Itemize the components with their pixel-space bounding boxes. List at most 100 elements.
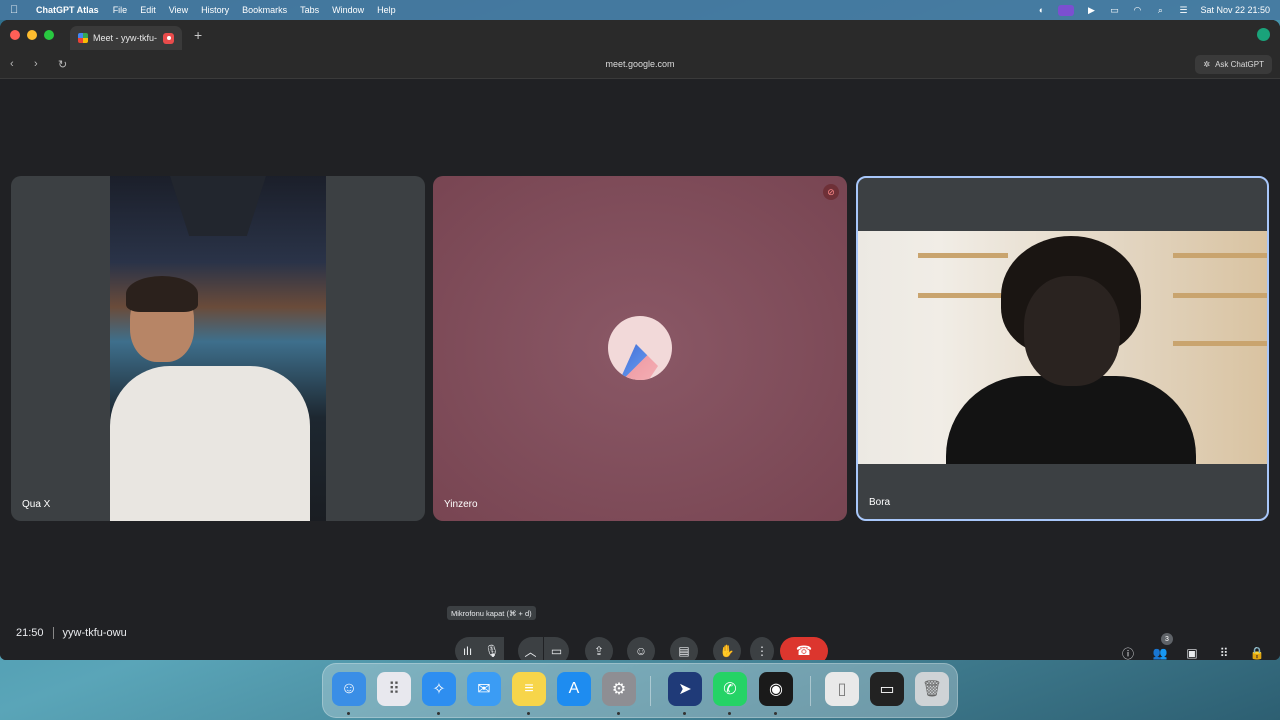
microphone-icon: 🎙 — [484, 644, 500, 658]
more-vertical-icon: ⋮ — [756, 644, 768, 658]
participant-hair — [126, 276, 198, 312]
chat-icon[interactable]: ▣ — [1184, 645, 1200, 660]
close-window-button[interactable] — [10, 30, 20, 40]
audio-levels-icon: ılı — [462, 644, 473, 658]
menu-bar-clock[interactable]: Sat Nov 22 21:50 — [1200, 5, 1270, 15]
chatgpt-icon: ✲ — [1203, 60, 1211, 69]
document-icon[interactable]: ▯ — [825, 672, 859, 706]
host-controls-icon[interactable]: 🔒 — [1249, 645, 1265, 660]
audio-options-button[interactable]: ılı — [455, 637, 480, 660]
menu-edit[interactable]: Edit — [140, 5, 156, 15]
obs-icon[interactable]: ◉ — [759, 672, 793, 706]
menu-tabs[interactable]: Tabs — [300, 5, 319, 15]
leave-call-button[interactable]: ☎ — [780, 637, 828, 660]
whatsapp-icon[interactable]: ✆ — [713, 672, 747, 706]
recording-tab-icon — [163, 32, 174, 44]
mic-tooltip: Mikrofonu kapat (⌘ + d) — [447, 606, 536, 620]
participant-face — [1024, 276, 1120, 386]
info-icon[interactable]: ⓘ — [1120, 645, 1136, 661]
present-screen-icon: ⇪ — [593, 644, 605, 658]
meeting-info: 21:50 yyw-tkfu-owu — [16, 627, 127, 639]
meeting-code: yyw-tkfu-owu — [62, 627, 127, 639]
play-status-icon[interactable]: ▶ — [1085, 5, 1097, 15]
background-spaceship — [170, 176, 266, 236]
running-indicator — [347, 712, 350, 715]
profile-icon[interactable] — [1257, 28, 1270, 41]
minimize-window-button[interactable] — [27, 30, 37, 40]
meet-favicon-icon — [78, 33, 88, 43]
tab-title: Meet - yyw-tkfu- — [93, 33, 158, 43]
address-bar[interactable]: meet.google.com — [0, 59, 1280, 69]
present-screen-button[interactable]: ⇪ — [585, 637, 613, 660]
running-indicator — [728, 712, 731, 715]
menu-view[interactable]: View — [169, 5, 188, 15]
more-options-button[interactable]: ⋮ — [750, 637, 774, 660]
participant-name: Bora — [869, 497, 891, 508]
running-indicator — [617, 712, 620, 715]
emoji-icon: ☺ — [634, 644, 648, 658]
tab-bar: Meet - yyw-tkfu- + — [0, 20, 1280, 50]
mail-icon[interactable]: ✉ — [467, 672, 501, 706]
participant-video — [858, 231, 1267, 464]
app-store-icon[interactable]: A — [557, 672, 591, 706]
participant-body — [946, 376, 1196, 464]
menu-app-name[interactable]: ChatGPT Atlas — [36, 5, 99, 15]
battery-icon[interactable]: ▭ — [1108, 5, 1120, 15]
back-icon[interactable]: ‹ — [10, 58, 24, 70]
notes-icon[interactable]: ≡ — [512, 672, 546, 706]
safari-icon[interactable]: ✧ — [422, 672, 456, 706]
ask-chatgpt-label: Ask ChatGPT — [1215, 60, 1264, 69]
meet-stage: Qua X ⊘ Yinzero Bora 21:50 yyw-tkfu-owu … — [0, 79, 1280, 660]
microphone-button[interactable]: 🎙 — [480, 637, 504, 660]
reload-icon[interactable]: ↻ — [58, 58, 72, 71]
trash-icon[interactable]: 🗑 — [915, 672, 949, 706]
raise-hand-button[interactable]: ✋ — [713, 637, 741, 660]
activities-icon[interactable]: ⠿ — [1216, 645, 1232, 660]
chevron-up-icon: ︿ — [524, 644, 537, 659]
wifi-icon[interactable]: ◠ — [1131, 5, 1143, 15]
participant-name: Qua X — [22, 499, 51, 510]
reactions-button[interactable]: ☺ — [627, 637, 655, 660]
captions-button[interactable]: ▤ — [670, 637, 698, 660]
people-icon[interactable]: 👥 — [1152, 645, 1168, 660]
video-options-button[interactable]: ︿ — [518, 637, 543, 660]
running-indicator — [774, 712, 777, 715]
apple-icon[interactable]:  — [10, 4, 24, 16]
divider — [52, 627, 54, 639]
participant-tile[interactable]: ⊘ Yinzero — [433, 176, 847, 521]
captions-icon: ▤ — [678, 644, 690, 658]
hand-icon: ✋ — [719, 644, 735, 658]
forward-icon[interactable]: › — [34, 58, 48, 70]
zoom-window-button[interactable] — [44, 30, 54, 40]
screen-share-status-icon[interactable]: ◐ — [1035, 5, 1047, 15]
window-controls — [10, 30, 54, 40]
browser-toolbar: ‹ › ↻ meet.google.com ✲ Ask ChatGPT — [0, 50, 1280, 79]
menu-file[interactable]: File — [113, 5, 128, 15]
ask-chatgpt-button[interactable]: ✲ Ask ChatGPT — [1195, 55, 1272, 74]
screenshot-window-icon[interactable]: ▭ — [870, 672, 904, 706]
participant-tile[interactable]: Qua X — [11, 176, 425, 521]
menu-help[interactable]: Help — [377, 5, 396, 15]
system-settings-icon[interactable]: ⚙ — [602, 672, 636, 706]
dock: ☺ ⠿ ✧ ✉ ≡ A ⚙ ➤ ✆ ◉ ▯ ▭ 🗑 — [322, 663, 958, 718]
people-count-badge: 3 — [1161, 633, 1173, 645]
menu-history[interactable]: History — [201, 5, 229, 15]
finder-icon[interactable]: ☺ — [332, 672, 366, 706]
dock-divider — [810, 676, 811, 706]
camera-button[interactable]: ▭ — [544, 637, 569, 660]
search-icon[interactable]: ⌕ — [1154, 5, 1166, 15]
participant-name: Yinzero — [444, 499, 478, 510]
menu-window[interactable]: Window — [332, 5, 364, 15]
participant-tile-active-speaker[interactable]: Bora — [856, 176, 1269, 521]
mic-muted-icon: ⊘ — [823, 184, 839, 200]
running-indicator — [683, 712, 686, 715]
control-center-icon[interactable]: ☰ — [1177, 5, 1189, 15]
menu-bookmarks[interactable]: Bookmarks — [242, 5, 287, 15]
launchpad-icon[interactable]: ⠿ — [377, 672, 411, 706]
navigation-app-icon[interactable]: ➤ — [668, 672, 702, 706]
new-tab-button[interactable]: + — [194, 27, 202, 43]
running-indicator — [527, 712, 530, 715]
tab-meet[interactable]: Meet - yyw-tkfu- — [70, 26, 182, 50]
participant-body — [110, 366, 310, 521]
recording-status-icon[interactable] — [1058, 4, 1075, 16]
